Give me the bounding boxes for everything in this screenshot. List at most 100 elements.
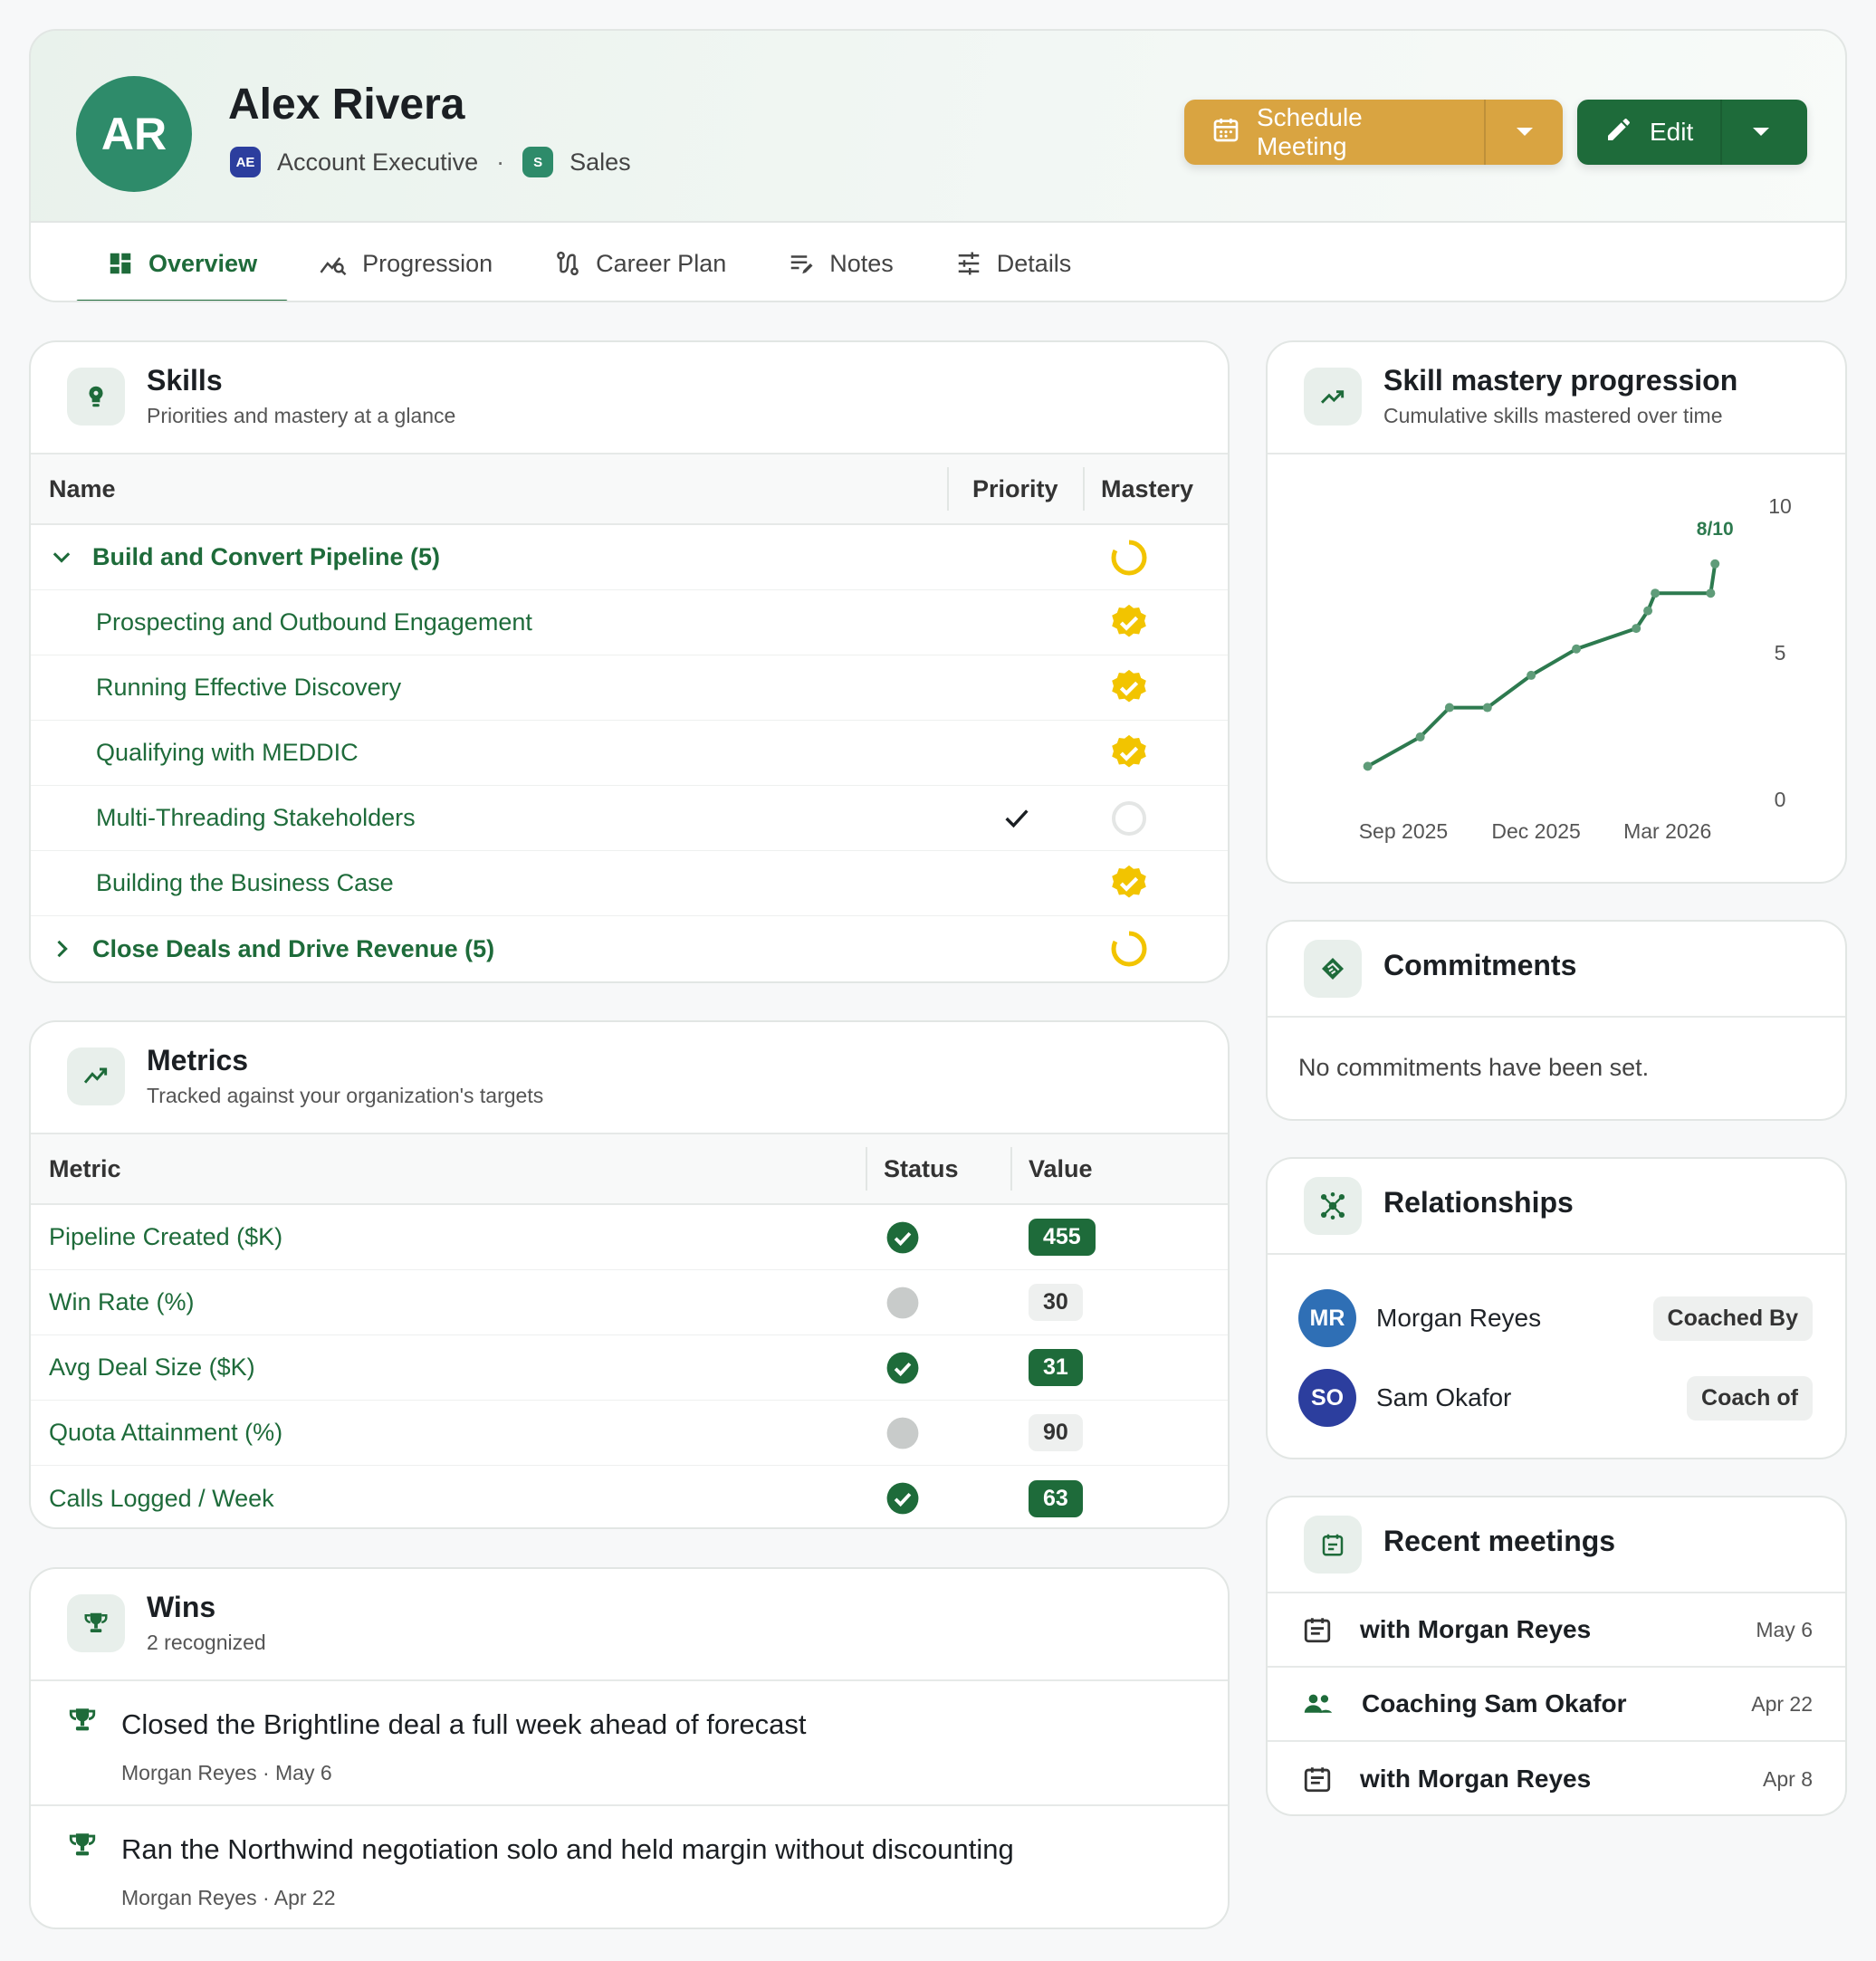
meeting-title: Coaching Sam Okafor [1362,1689,1627,1717]
tab-label: Career Plan [596,249,727,277]
data-point [1415,732,1425,741]
win-item[interactable]: Ran the Northwind negotiation solo and h… [31,1806,1228,1928]
metric-row[interactable]: Avg Deal Size ($K) 31 [31,1335,1228,1401]
tab-overview[interactable]: Overview [76,223,289,301]
trending-chart-icon [67,1047,125,1105]
skill-row[interactable]: Multi-Threading Stakeholders [31,786,1228,851]
skills-table-header: Name Priority Mastery [31,454,1228,525]
column-header-mastery[interactable]: Mastery [1083,467,1193,511]
recent-meetings-card: Recent meetings with Morgan Reyes May 6 … [1266,1496,1847,1816]
edit-button[interactable]: Edit [1577,100,1720,165]
skill-row[interactable]: Running Effective Discovery [31,655,1228,721]
metric-row[interactable]: Calls Logged / Week 63 [31,1466,1228,1527]
chevron-down-icon[interactable] [49,545,74,570]
win-meta: Morgan Reyes · May 6 [121,1761,332,1784]
role-line: AE Account Executive · S Sales [230,147,631,177]
mastery-line-chart: 0 5 10 Sep 2025 Dec 2025 Mar 2026 8/10 [1359,494,1792,843]
meeting-row[interactable]: with Morgan Reyes May 6 [1268,1593,1845,1668]
edit-label: Edit [1650,118,1694,146]
skill-group-row[interactable]: Close Deals and Drive Revenue (5) [31,916,1228,981]
column-header-value[interactable]: Value [1010,1147,1093,1191]
mastery-partial-icon [1103,531,1155,584]
wins-header: Wins 2 recognized [31,1569,1228,1681]
relationships-list: MR Morgan Reyes Coached By SO Sam Okafor… [1268,1255,1845,1438]
tab-details[interactable]: Details [924,223,1103,301]
column-header-priority[interactable]: Priority [947,467,1058,511]
metric-row[interactable]: Pipeline Created ($K) 455 [31,1205,1228,1270]
meeting-title: with Morgan Reyes [1360,1615,1592,1643]
commitments-card: Commitments No commitments have been set… [1266,920,1847,1121]
skills-card: Skills Priorities and mastery at a glanc… [29,340,1230,983]
dashboard-icon [110,253,131,274]
event-note-icon [1304,1516,1362,1574]
dept-label: Sales [570,148,631,176]
skill-row[interactable]: Building the Business Case [31,851,1228,916]
metric-row[interactable]: Quota Attainment (%) 90 [31,1401,1228,1466]
metric-value-badge: 31 [1029,1349,1083,1386]
profile-header: AR Alex Rivera AE Account Executive · S … [29,29,1847,302]
metric-row[interactable]: Win Rate (%) 30 [31,1270,1228,1335]
skill-row[interactable]: Qualifying with MEDDIC [31,721,1228,786]
win-item[interactable]: Closed the Brightline deal a full week a… [31,1681,1228,1806]
column-header-name[interactable]: Name [49,475,116,503]
metric-label: Pipeline Created ($K) [49,1223,283,1250]
trophy-icon [69,1833,96,1856]
column-header-status[interactable]: Status [866,1147,959,1191]
commitments-title: Commitments [1383,949,1577,981]
meeting-date: Apr 8 [1763,1766,1813,1791]
skill-group-label: Build and Convert Pipeline (5) [92,543,441,570]
tab-bar: Overview Progression Career Plan Notes D… [31,221,1845,301]
tab-label: Notes [829,249,894,277]
chevron-right-icon[interactable] [49,936,74,961]
x-tick-label: Mar 2026 [1623,819,1711,843]
y-tick-label: 5 [1775,641,1786,665]
role-badge: AE [230,147,261,177]
data-point [1710,559,1720,569]
skill-label: Running Effective Discovery [96,674,402,701]
tab-label: Overview [148,249,258,277]
tab-progression[interactable]: Progression [288,223,523,301]
relationships-title: Relationships [1383,1186,1574,1219]
y-tick-label: 0 [1775,788,1786,811]
column-header-metric[interactable]: Metric [49,1155,121,1183]
mastery-subtitle: Cumulative skills mastered over time [1383,404,1723,427]
x-tick-label: Sep 2025 [1359,819,1448,843]
skills-subtitle: Priorities and mastery at a glance [147,404,456,427]
status-check-icon [886,1352,919,1383]
mastery-partial-icon [1103,923,1155,975]
tab-career-plan[interactable]: Career Plan [523,223,757,301]
metric-label: Win Rate (%) [49,1288,195,1315]
lightbulb-icon [67,368,125,426]
metrics-table-header: Metric Status Value [31,1134,1228,1205]
metrics-subtitle: Tracked against your organization's targ… [147,1084,544,1107]
meeting-row[interactable]: Coaching Sam Okafor Apr 22 [1268,1668,1845,1742]
edit-dropdown[interactable] [1720,100,1800,165]
calendar-icon [1304,1618,1331,1643]
dept-badge: S [522,147,554,177]
relationship-row[interactable]: MR Morgan Reyes Coached By [1268,1278,1845,1358]
meeting-row[interactable]: with Morgan Reyes Apr 8 [1268,1742,1845,1814]
role-label: Account Executive [277,148,479,176]
relationship-badge: Coach of [1687,1375,1813,1421]
tab-label: Details [996,249,1072,277]
page-title: Alex Rivera [228,81,465,129]
meeting-title: with Morgan Reyes [1360,1765,1592,1793]
status-check-icon [886,1482,919,1515]
caret-down-icon [1753,128,1770,136]
skill-label: Qualifying with MEDDIC [96,739,359,766]
data-point [1363,761,1373,771]
skill-label: Prospecting and Outbound Engagement [96,608,532,636]
metric-label: Calls Logged / Week [49,1484,274,1512]
skill-row[interactable]: Prospecting and Outbound Engagement [31,590,1228,655]
route-icon [557,251,579,276]
tab-label: Progression [362,249,493,277]
relationship-row[interactable]: SO Sam Okafor Coach of [1268,1358,1845,1438]
mastery-progression-card: Skill mastery progression Cumulative ski… [1266,340,1847,884]
schedule-meeting-button[interactable]: Schedule Meeting [1184,100,1484,165]
schedule-meeting-dropdown[interactable] [1484,100,1563,165]
tab-notes[interactable]: Notes [757,223,924,301]
metrics-title: Metrics [147,1044,249,1076]
skill-group-row[interactable]: Build and Convert Pipeline (5) [31,525,1228,590]
priority-check-icon [1005,808,1029,827]
skills-header: Skills Priorities and mastery at a glanc… [31,342,1228,454]
